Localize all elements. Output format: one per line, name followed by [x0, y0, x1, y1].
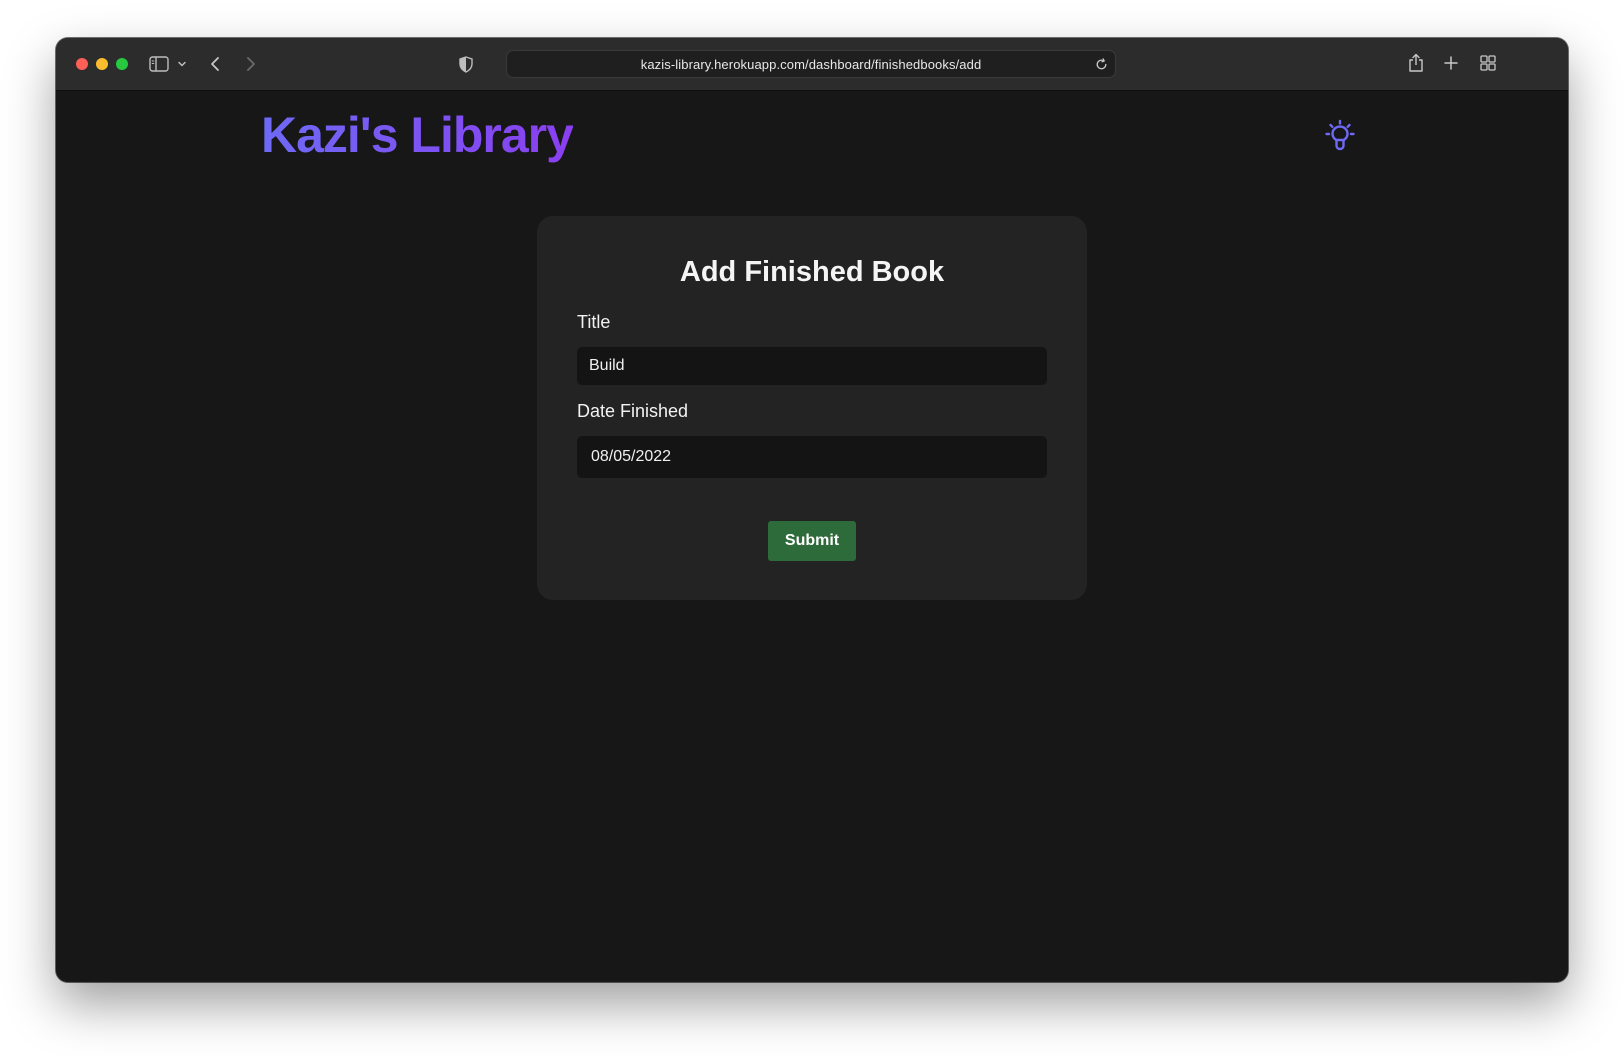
share-icon[interactable]: [1406, 51, 1426, 75]
browser-window: kazis-library.herokuapp.com/dashboard/fi…: [56, 38, 1568, 982]
title-label: Title: [577, 312, 611, 332]
reload-icon[interactable]: [1093, 56, 1109, 72]
lightbulb-icon: [1322, 118, 1358, 157]
tab-overview-icon[interactable]: [1478, 53, 1498, 73]
privacy-shield-icon[interactable]: [456, 53, 476, 75]
form-title: Add Finished Book: [679, 256, 945, 288]
theme-toggle-button[interactable]: [1322, 119, 1358, 155]
browser-toolbar: kazis-library.herokuapp.com/dashboard/fi…: [56, 38, 1568, 91]
date-finished-label: Date Finished: [577, 401, 689, 421]
close-window-button[interactable]: [76, 58, 88, 70]
minimize-window-button[interactable]: [96, 58, 108, 70]
new-tab-icon[interactable]: [1442, 54, 1460, 72]
page-content: Kazi's Library Add Finished Book Title B…: [56, 91, 1568, 982]
zoom-window-button[interactable]: [116, 58, 128, 70]
url-text: kazis-library.herokuapp.com/dashboard/fi…: [640, 57, 982, 72]
submit-button[interactable]: Submit: [768, 521, 856, 561]
back-icon[interactable]: [206, 53, 224, 75]
sidebar-icon[interactable]: [148, 54, 170, 74]
title-input[interactable]: [577, 347, 1047, 385]
add-finished-book-card: Add Finished Book Title Date Finished Su…: [537, 216, 1087, 600]
site-logo[interactable]: Kazi's Library: [261, 105, 574, 165]
chevron-down-icon[interactable]: [176, 56, 188, 72]
date-finished-input[interactable]: [577, 436, 1047, 478]
address-bar[interactable]: kazis-library.herokuapp.com/dashboard/fi…: [506, 50, 1116, 78]
forward-icon[interactable]: [242, 53, 260, 75]
